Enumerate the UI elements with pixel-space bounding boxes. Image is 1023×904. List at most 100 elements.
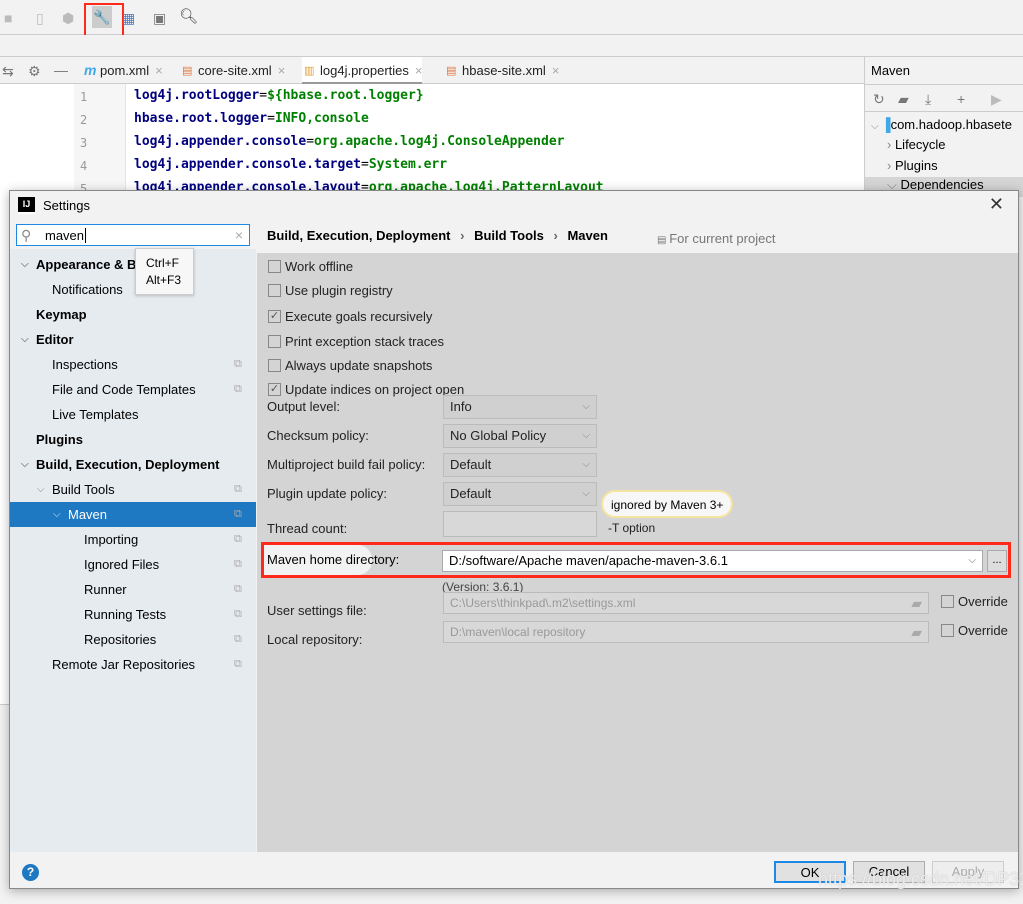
settings-search-input[interactable]: ⚲ maven × xyxy=(16,224,250,246)
wrench-icon[interactable]: 🔧 xyxy=(92,6,112,28)
reload-icon[interactable]: ↻ xyxy=(873,91,885,107)
checkbox[interactable] xyxy=(268,260,281,273)
chevron-down-icon[interactable]: ⌵ xyxy=(37,477,45,502)
tree-item[interactable]: Importing ⧉ xyxy=(10,527,256,552)
checkbox[interactable]: ✓ xyxy=(268,310,281,323)
project-scope-icon: ⧉ xyxy=(234,483,242,495)
tree-item[interactable]: Plugins xyxy=(10,427,256,452)
breadcrumb-item[interactable]: Build, Execution, Deployment xyxy=(267,228,450,243)
tree-item[interactable]: ⌵ Maven ⧉ xyxy=(10,502,256,527)
code-line[interactable]: log4j.rootLogger=${hbase.root.logger} xyxy=(134,88,424,103)
chevron-down-icon[interactable]: ⌵ xyxy=(21,252,29,277)
close-icon[interactable]: ✕ xyxy=(989,194,1004,215)
tab-pom-xml[interactable]: m pom.xml × xyxy=(82,57,163,84)
project-scope-icon: ⧉ xyxy=(234,658,242,670)
folder-icon[interactable]: ▰ xyxy=(911,624,922,640)
dropdown[interactable]: Default ⌵ xyxy=(443,453,597,477)
maven-lifecycle-node[interactable]: › Lifecycle xyxy=(887,137,946,152)
breadcrumb-item[interactable]: Build Tools xyxy=(474,228,544,243)
tree-item[interactable]: Keymap xyxy=(10,302,256,327)
tree-item[interactable]: ⌵ Build Tools ⧉ xyxy=(10,477,256,502)
tree-item[interactable]: ⌵ Editor xyxy=(10,327,256,352)
checkbox[interactable] xyxy=(268,359,281,372)
close-icon[interactable]: × xyxy=(155,63,163,78)
clear-icon[interactable]: × xyxy=(235,227,243,243)
code-line[interactable]: log4j.appender.console=org.apache.log4j.… xyxy=(134,134,564,149)
close-icon[interactable]: × xyxy=(552,63,560,78)
checkbox[interactable] xyxy=(268,335,281,348)
properties-icon: ▥ xyxy=(304,65,315,77)
line-number: 1 xyxy=(80,90,88,104)
project-structure-icon[interactable]: ▦ xyxy=(122,10,135,26)
browse-button[interactable]: ... xyxy=(987,550,1007,572)
chevron-down-icon: ⌵ xyxy=(582,401,590,412)
dropdown[interactable]: No Global Policy ⌵ xyxy=(443,424,597,448)
tree-item[interactable]: Live Templates xyxy=(10,402,256,427)
settings-dialog: IJ Settings ✕ ⚲ maven × ⌵ Appearance & BN… xyxy=(9,190,1023,889)
user-settings-override-checkbox[interactable] xyxy=(941,595,954,608)
project-scope-icon: ⧉ xyxy=(234,558,242,570)
build-icon[interactable]: ▯ xyxy=(36,10,44,26)
tree-item[interactable]: Remote Jar Repositories ⧉ xyxy=(10,652,256,677)
project-scope-icon: ⧉ xyxy=(234,508,242,520)
code-line[interactable]: log4j.appender.console.target=System.err xyxy=(134,157,447,172)
breadcrumb: Build, Execution, Deployment › Build Too… xyxy=(257,219,1018,253)
deploy-icon[interactable]: ⬢ xyxy=(62,10,74,26)
maven-home-input[interactable]: D:/software/Apache maven/apache-maven-3.… xyxy=(442,550,983,572)
terminal-icon[interactable]: ▣ xyxy=(153,10,166,26)
dropdown[interactable]: Default ⌵ xyxy=(443,482,597,506)
thread-count-input[interactable] xyxy=(443,511,597,537)
xml-icon: ▤ xyxy=(446,65,457,77)
maven-project-node[interactable]: ⌵ ▐com.hadoop.hbasete xyxy=(871,117,1012,132)
tab-log4j-properties[interactable]: ▥ log4j.properties × xyxy=(302,57,423,84)
tab-core-site-xml[interactable]: ▤ core-site.xml × xyxy=(180,57,285,84)
watermark: https://blog.csdn.net/DP323 xyxy=(818,869,1023,889)
maven-settings-panel: Work offline Use plugin registry ✓ Execute … xyxy=(257,253,1018,852)
tree-item[interactable]: File and Code Templates ⧉ xyxy=(10,377,256,402)
close-icon[interactable]: × xyxy=(415,63,423,78)
breadcrumb-item: Maven xyxy=(567,228,608,243)
local-repository-input[interactable]: D:\maven\local repository ▰ xyxy=(443,621,929,643)
tree-item[interactable]: Ignored Files ⧉ xyxy=(10,552,256,577)
download-icon[interactable]: ⤓ xyxy=(925,91,931,107)
run-icon[interactable]: ▶ xyxy=(991,91,1002,107)
chevron-down-icon[interactable]: ⌵ xyxy=(53,502,61,527)
dropdown[interactable]: Info ⌵ xyxy=(443,395,597,419)
code-line[interactable]: hbase.root.logger=INFO,console xyxy=(134,111,369,126)
tree-item[interactable]: Notifications xyxy=(10,277,256,302)
gear-icon[interactable]: ⚙ xyxy=(28,63,41,79)
search-icon[interactable]: 🔍︎ xyxy=(179,9,198,25)
tab-hbase-site-xml[interactable]: ▤ hbase-site.xml × xyxy=(444,57,559,84)
tree-item[interactable]: ⌵ Appearance & B xyxy=(10,252,256,277)
stop-icon[interactable]: ■ xyxy=(4,10,12,26)
generate-sources-icon[interactable]: ▰ xyxy=(898,91,909,107)
navigation-bar xyxy=(0,35,1023,57)
line-number: 2 xyxy=(80,113,88,127)
chevron-down-icon[interactable]: ⌵ xyxy=(21,452,29,477)
tree-item[interactable]: Inspections ⧉ xyxy=(10,352,256,377)
project-scope-icon: ⧉ xyxy=(234,583,242,595)
shortcut-tooltip: Ctrl+F Alt+F3 xyxy=(135,248,194,295)
search-icon: ⚲ xyxy=(21,227,32,243)
line-number: 4 xyxy=(80,159,88,173)
chevron-down-icon[interactable]: ⌵ xyxy=(21,327,29,352)
minimize-icon[interactable]: — xyxy=(54,62,68,78)
help-icon[interactable]: ? xyxy=(22,864,39,881)
xml-icon: ▤ xyxy=(182,65,193,77)
intellij-logo-icon: IJ xyxy=(18,197,35,214)
maven-plugins-node[interactable]: › Plugins xyxy=(887,158,938,173)
checkbox[interactable] xyxy=(268,284,281,297)
tree-item[interactable]: Repositories ⧉ xyxy=(10,627,256,652)
chevron-down-icon[interactable]: ⌵ xyxy=(968,553,976,569)
close-icon[interactable]: × xyxy=(278,63,286,78)
tree-item[interactable]: ⌵ Build, Execution, Deployment xyxy=(10,452,256,477)
tree-item[interactable]: Running Tests ⧉ xyxy=(10,602,256,627)
tree-item[interactable]: Runner ⧉ xyxy=(10,577,256,602)
folder-icon[interactable]: ▰ xyxy=(911,595,922,611)
user-settings-input[interactable]: C:\Users\thinkpad\.m2\settings.xml ▰ xyxy=(443,592,929,614)
dialog-title: Settings xyxy=(43,198,90,213)
add-icon[interactable]: + xyxy=(957,91,965,107)
collapse-icon[interactable]: ⇆ xyxy=(2,63,14,79)
local-repo-override-checkbox[interactable] xyxy=(941,624,954,637)
checkbox[interactable]: ✓ xyxy=(268,383,281,396)
